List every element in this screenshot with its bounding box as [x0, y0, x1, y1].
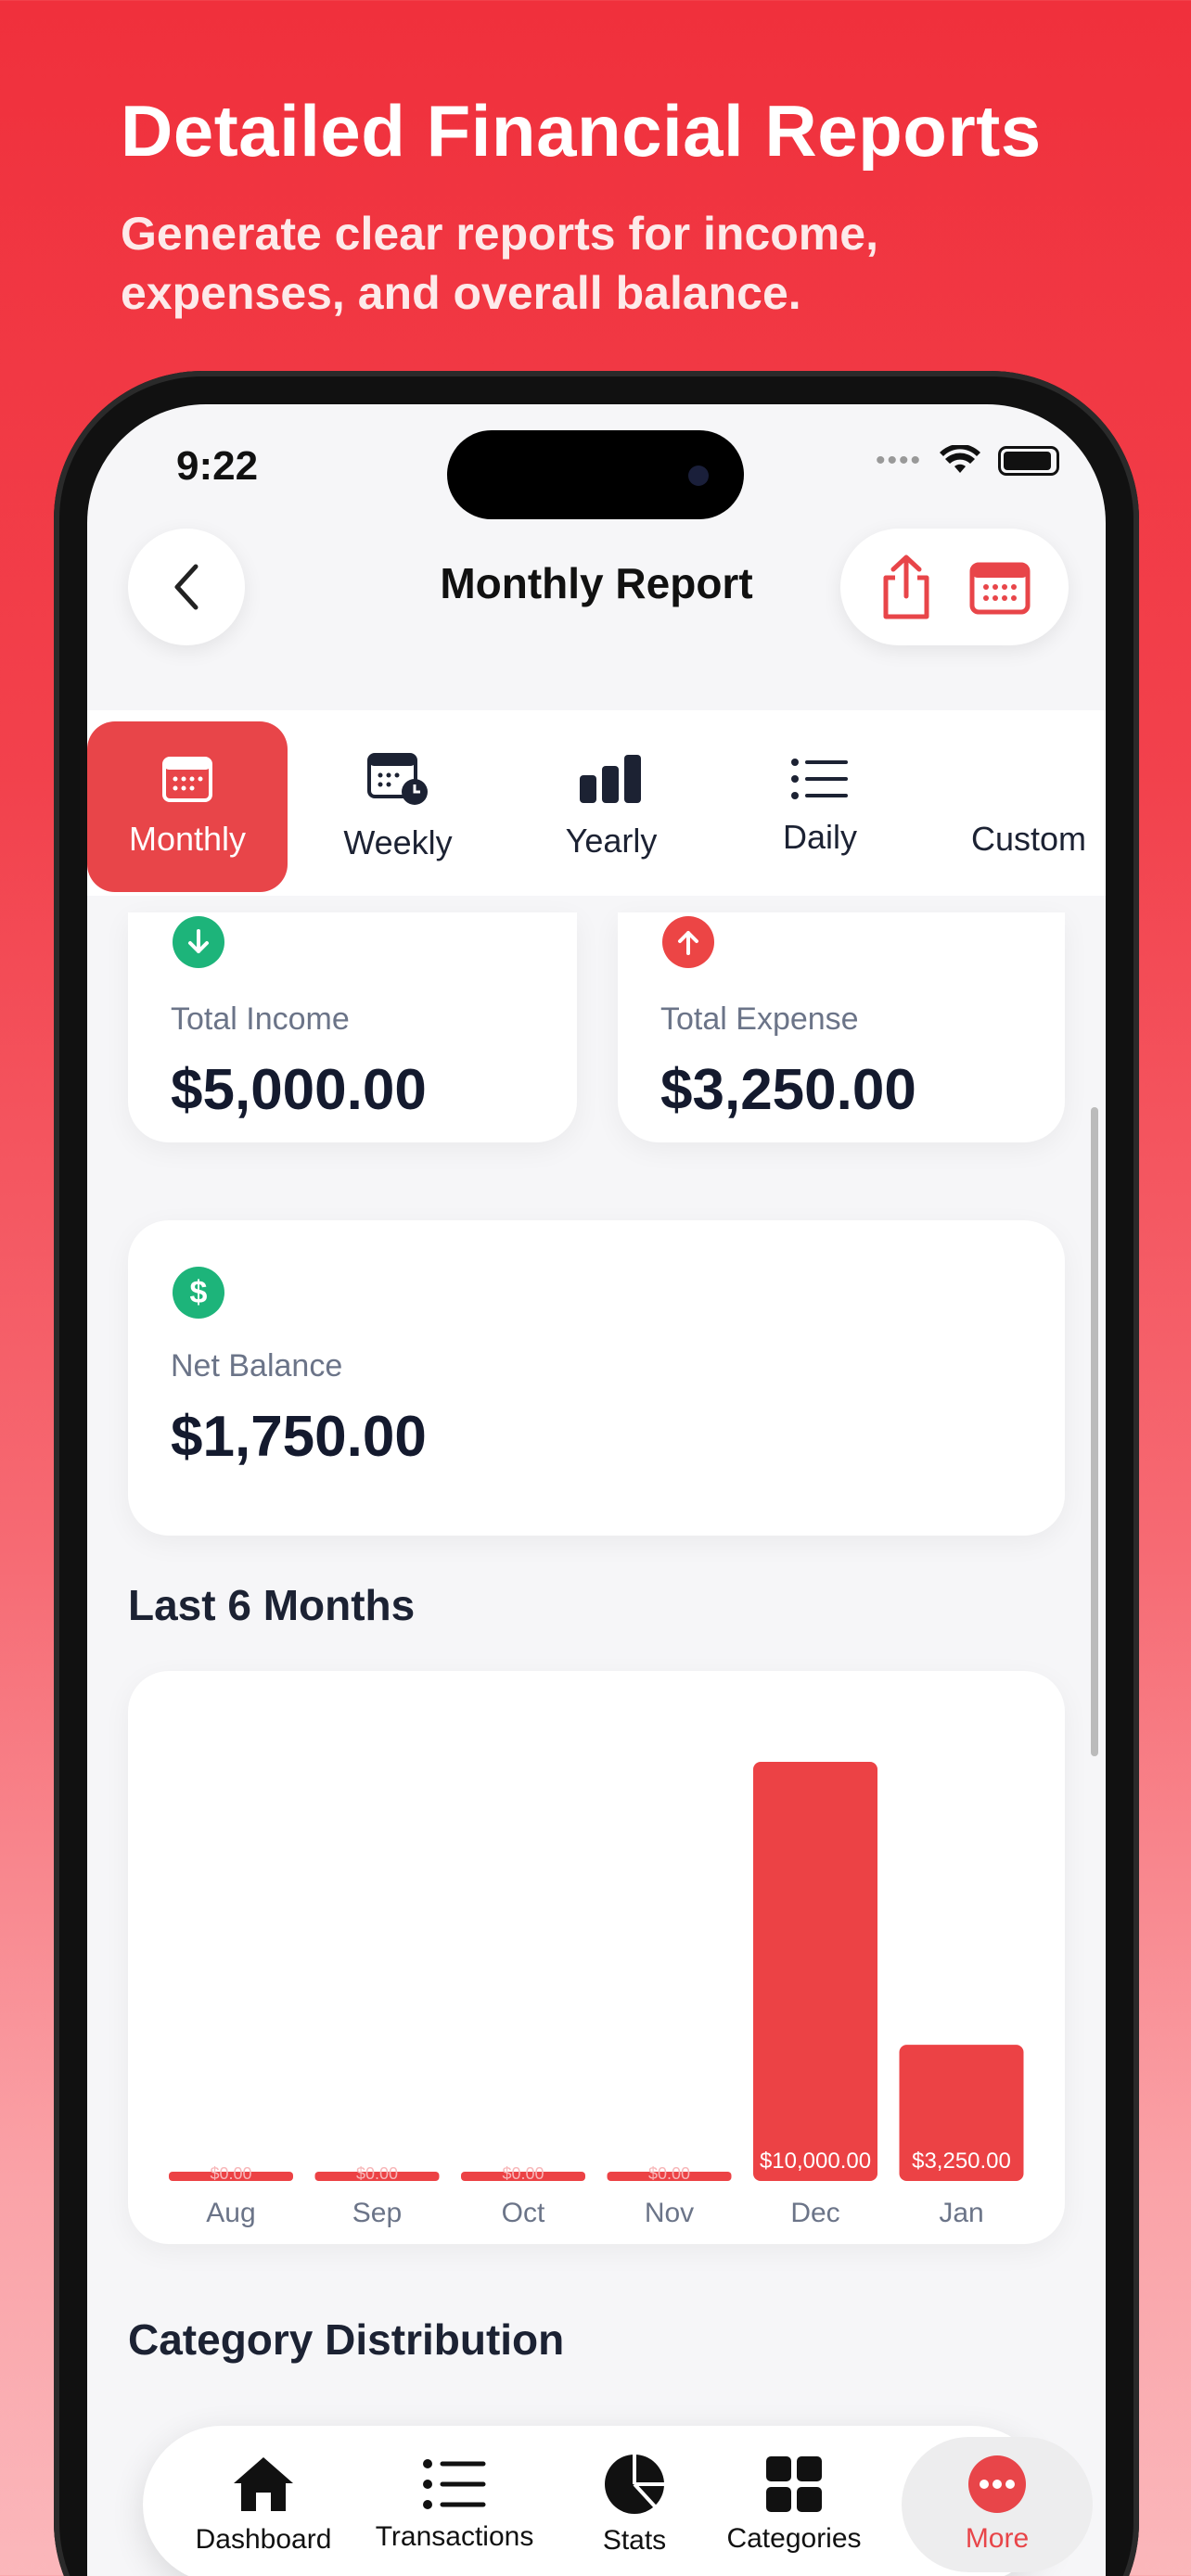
- dynamic-island: [447, 430, 744, 519]
- chart-data-label: $0.00: [210, 2164, 251, 2183]
- more-icon: [968, 2455, 1026, 2513]
- nav-label: Categories: [726, 2523, 862, 2554]
- balance-label: Net Balance: [171, 1348, 343, 1384]
- list-icon: [423, 2459, 486, 2509]
- tab-monthly[interactable]: Monthly: [87, 721, 288, 892]
- promo-title: Detailed Financial Reports: [121, 90, 1042, 172]
- income-card: Total Income $5,000.00: [128, 912, 577, 1142]
- dollar-icon: $: [173, 1267, 224, 1319]
- nav-more[interactable]: More: [902, 2437, 1093, 2572]
- chart-tick-label: Nov: [645, 2198, 694, 2228]
- chart-tick-label: Sep: [352, 2198, 402, 2228]
- tab-label: Yearly: [565, 822, 658, 860]
- nav-transactions[interactable]: Transactions: [362, 2426, 547, 2576]
- calendar-icon[interactable]: [969, 559, 1031, 615]
- tab-yearly[interactable]: Yearly: [514, 721, 709, 892]
- bar-chart: $0.00 Aug $0.00 Sep $0.00 Oct $0.00 Nov $10,000.…: [169, 1762, 1024, 2228]
- custom-icon: [1003, 755, 1055, 803]
- chart-data-label: $3,250.00: [912, 2149, 1011, 2174]
- chart-tick-label: Aug: [206, 2198, 255, 2228]
- list-icon: [791, 759, 848, 799]
- tab-label: Daily: [782, 818, 857, 856]
- tab-weekly[interactable]: Weekly: [299, 721, 497, 892]
- wifi-icon: [940, 445, 980, 473]
- category-distribution-title: Category Distribution: [128, 2315, 565, 2364]
- monthly-chart-card: $0.00 Aug $0.00 Sep $0.00 Oct $0.00 Nov $10,000.…: [128, 1671, 1065, 2244]
- phone-frame: 9:22 •••• Monthly Report Monthly Weekly …: [54, 371, 1139, 2576]
- calendar-clock-icon: [367, 753, 428, 805]
- nav-dashboard[interactable]: Dashboard: [180, 2426, 347, 2576]
- header-actions: [840, 529, 1069, 645]
- chart-data-label: $0.00: [356, 2164, 398, 2183]
- grid-icon: [766, 2456, 822, 2512]
- expense-card: Total Expense $3,250.00: [618, 912, 1065, 1142]
- balance-value: $1,750.00: [171, 1405, 427, 1469]
- chart-tick-label: Oct: [502, 2198, 545, 2228]
- last-months-title: Last 6 Months: [128, 1581, 416, 1629]
- promo-subtitle: Generate clear reports for income, expen…: [121, 208, 878, 319]
- status-icons: ••••: [876, 445, 1059, 477]
- chart-bar-dec: [753, 1762, 877, 2181]
- chart-data-label: $0.00: [502, 2164, 544, 2183]
- scrollbar[interactable]: [1091, 1107, 1098, 1756]
- tab-custom[interactable]: Custom: [922, 721, 1106, 892]
- chart-tick-label: Jan: [939, 2198, 983, 2228]
- chart-tick-label: Dec: [790, 2198, 839, 2228]
- arrow-down-icon: [173, 916, 224, 968]
- income-value: $5,000.00: [171, 1058, 427, 1122]
- tab-label: Monthly: [128, 820, 247, 858]
- tab-label: Custom: [970, 820, 1087, 858]
- nav-label: Dashboard: [195, 2524, 332, 2555]
- nav-stats[interactable]: Stats: [570, 2426, 699, 2576]
- nav-label: Stats: [602, 2525, 667, 2556]
- net-balance-card: $ Net Balance $1,750.00: [128, 1220, 1065, 1536]
- expense-value: $3,250.00: [660, 1058, 916, 1122]
- arrow-up-icon: [662, 916, 714, 968]
- calendar-icon: [162, 757, 212, 802]
- nav-label: More: [965, 2523, 1030, 2554]
- income-label: Total Income: [171, 1001, 350, 1037]
- nav-label: Transactions: [375, 2521, 534, 2552]
- status-time: 9:22: [176, 443, 259, 489]
- bottom-nav: Dashboard Transactions Stats Categories …: [143, 2426, 1093, 2576]
- report-period-tabs: Monthly Weekly Yearly Daily Custom: [87, 710, 1106, 896]
- app-header: Monthly Report: [87, 525, 1106, 664]
- bar-chart-icon: [580, 755, 641, 803]
- home-icon: [234, 2457, 293, 2511]
- pie-chart-icon: [605, 2455, 664, 2514]
- share-icon[interactable]: [878, 554, 934, 620]
- expense-label: Total Expense: [660, 1001, 859, 1037]
- app-screen: 9:22 •••• Monthly Report Monthly Weekly …: [87, 404, 1106, 2576]
- tab-label: Weekly: [343, 823, 453, 861]
- tab-daily[interactable]: Daily: [727, 721, 913, 892]
- nav-categories[interactable]: Categories: [711, 2426, 877, 2576]
- signal-dots: ••••: [875, 445, 922, 476]
- battery-icon: [998, 446, 1059, 476]
- chart-data-label: $10,000.00: [760, 2149, 871, 2174]
- chart-data-label: $0.00: [648, 2164, 690, 2183]
